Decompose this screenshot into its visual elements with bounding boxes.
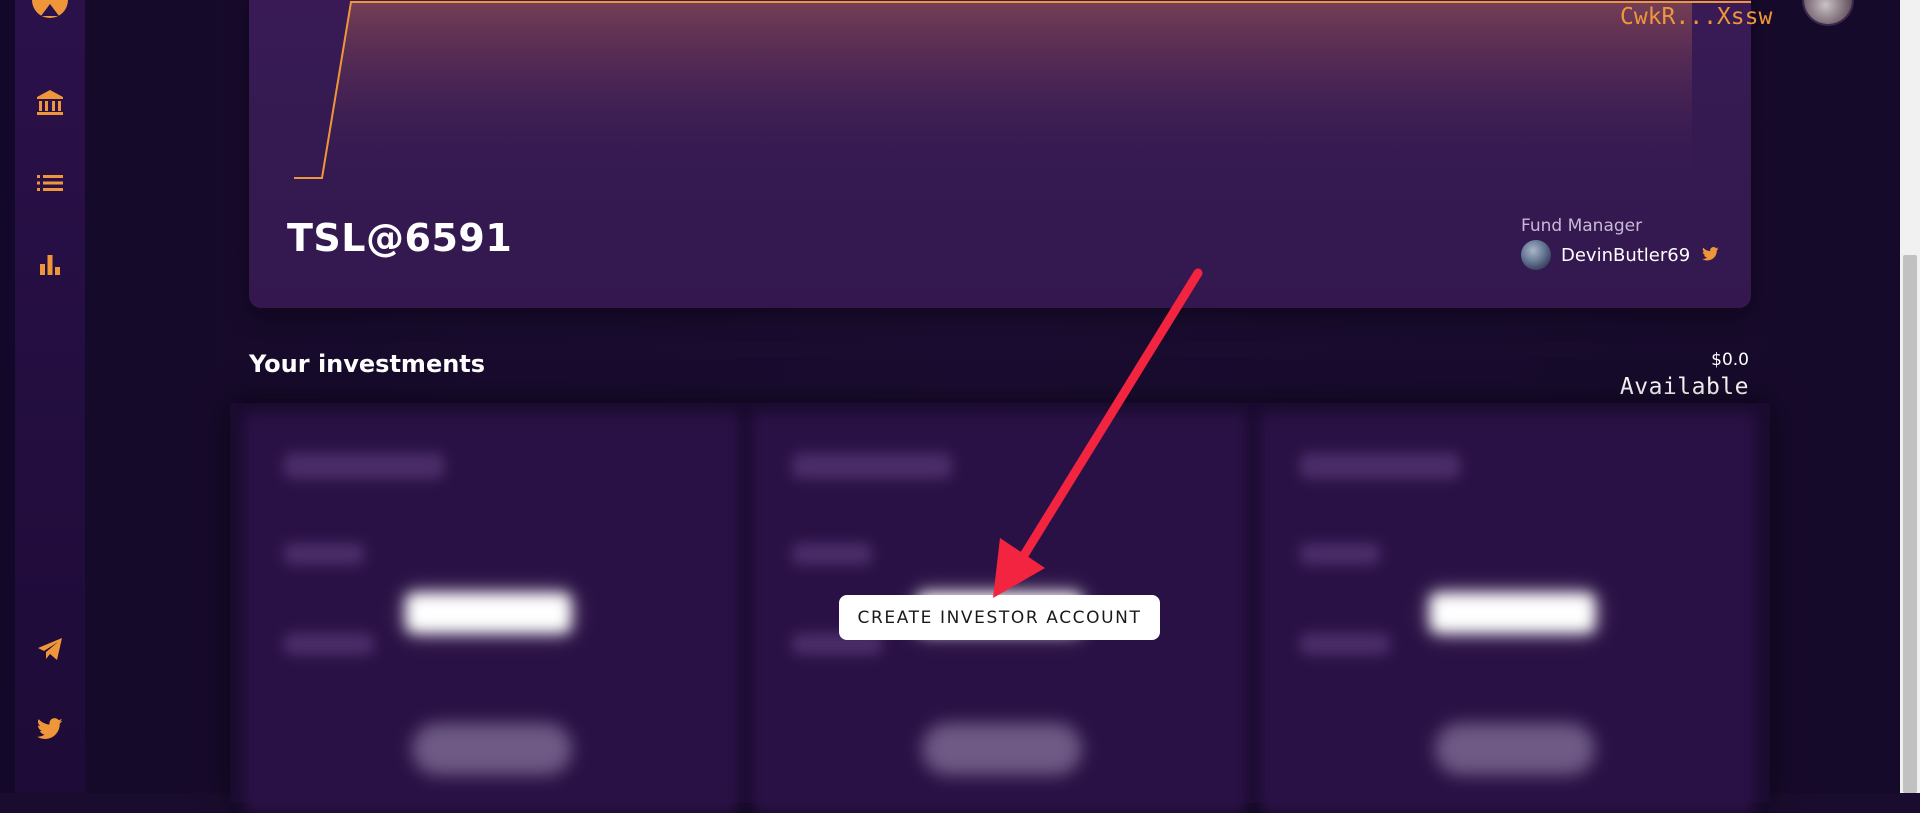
logo-icon[interactable] (15, 0, 85, 30)
investments-heading: Your investments (249, 350, 486, 378)
fund-name: TSL@6591 (287, 216, 513, 260)
sidebar (15, 0, 85, 793)
wallet-address[interactable]: CwkR...Xssw (1620, 4, 1772, 30)
manager-avatar (1521, 240, 1551, 270)
telegram-icon[interactable] (15, 632, 85, 666)
scrollbar-thumb[interactable] (1903, 255, 1917, 793)
blurred-investment-card (1260, 413, 1755, 813)
twitter-icon[interactable] (1702, 246, 1719, 265)
twitter-icon[interactable] (15, 712, 85, 746)
window-left-edge (0, 0, 15, 793)
manager-name[interactable]: DevinButler69 (1561, 245, 1690, 266)
fund-manager: DevinButler69 (1521, 240, 1719, 270)
balance-label: Available (1619, 374, 1749, 400)
scrollbar-track[interactable] (1900, 0, 1920, 793)
chart-area (294, 2, 1692, 180)
blurred-investment-card (244, 413, 739, 813)
balance-amount: $0.0 (1711, 350, 1749, 370)
bar-chart-icon[interactable] (15, 247, 85, 281)
list-icon[interactable] (15, 166, 85, 200)
create-investor-account-button[interactable]: CREATE INVESTOR ACCOUNT (839, 595, 1160, 640)
fund-performance-chart (294, 1, 1751, 180)
fund-manager-caption: Fund Manager (1521, 216, 1643, 236)
fund-card: TSL@6591 Fund Manager DevinButler69 (249, 0, 1751, 308)
bank-icon[interactable] (15, 86, 85, 120)
